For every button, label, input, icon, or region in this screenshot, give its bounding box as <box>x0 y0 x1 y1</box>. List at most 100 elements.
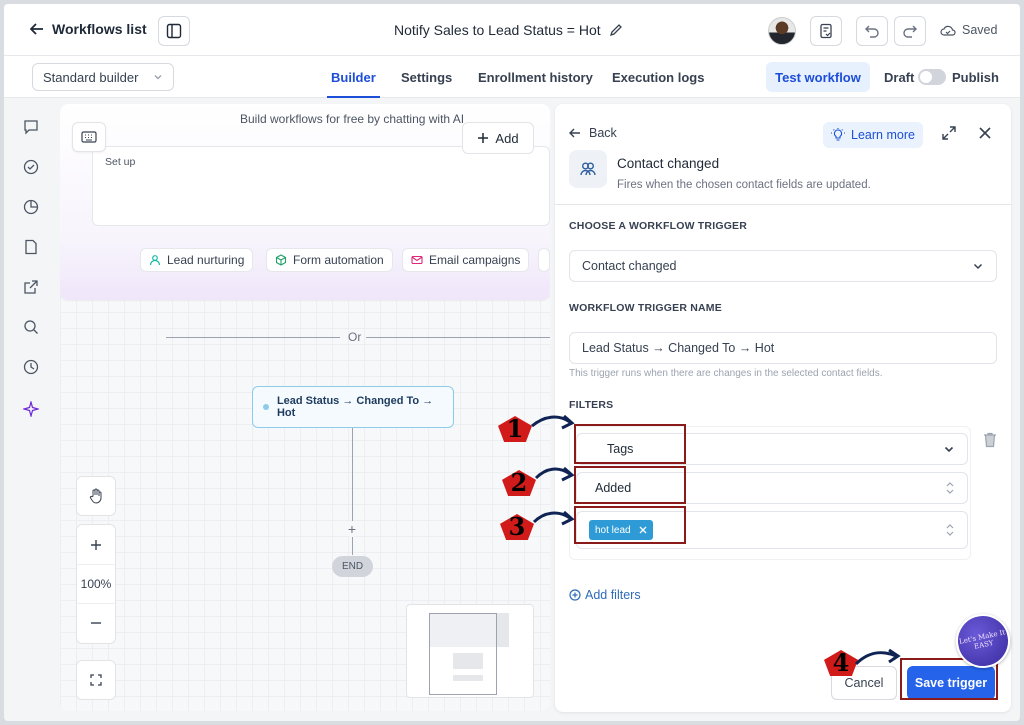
publish-label: Publish <box>952 70 999 85</box>
trigger-node-label: Lead Status → Changed To → Hot <box>276 395 434 419</box>
users-icon <box>580 162 596 176</box>
chevron-down-icon <box>944 446 954 453</box>
undo-button[interactable] <box>856 16 888 46</box>
check-circle-icon[interactable] <box>22 158 40 176</box>
step-marker-3: 3 <box>500 511 534 541</box>
chevron-up-down-icon <box>946 482 954 494</box>
step-number: 3 <box>508 511 526 541</box>
document-check-button[interactable] <box>810 16 842 46</box>
zoom-in-button[interactable] <box>90 525 102 564</box>
back-label: Workflows list <box>52 21 147 37</box>
pan-tool-button[interactable] <box>76 476 116 516</box>
plus-icon <box>478 133 489 143</box>
chip-lead-nurturing[interactable]: Lead nurturing <box>140 248 254 272</box>
minimap-block <box>453 675 483 681</box>
builder-mode-select[interactable]: Standard builder <box>32 63 174 91</box>
redo-icon <box>903 25 917 38</box>
workflow-canvas[interactable]: Build workflows for free by chatting wit… <box>60 104 550 711</box>
pie-chart-icon[interactable] <box>22 198 40 216</box>
cloud-check-icon <box>940 25 956 36</box>
hand-icon <box>89 488 102 504</box>
test-workflow-button[interactable]: Test workflow <box>766 62 870 92</box>
step-marker-1: 1 <box>498 413 532 443</box>
history-icon[interactable] <box>22 358 40 376</box>
chip-email-campaigns[interactable]: Email campaigns <box>402 248 530 272</box>
expand-corners-icon <box>90 674 102 686</box>
chip-label: Lead nurturing <box>167 253 245 267</box>
chip-form-automation[interactable]: Form automation <box>266 248 393 272</box>
close-icon[interactable] <box>977 125 993 141</box>
add-button[interactable]: Add <box>462 122 534 154</box>
learn-more-label: Learn more <box>851 128 915 142</box>
sidebar-panel-icon <box>166 23 182 39</box>
keyboard-icon <box>81 131 97 143</box>
chevron-down-icon <box>973 263 983 270</box>
trash-icon[interactable] <box>983 432 997 448</box>
add-filters-label: Add filters <box>585 588 641 602</box>
external-link-icon[interactable] <box>22 278 40 296</box>
avatar[interactable] <box>768 17 796 45</box>
top-bar: Workflows list Notify Sales to Lead Stat… <box>4 4 1020 56</box>
keyboard-button[interactable] <box>72 122 106 152</box>
tab-builder[interactable]: Builder <box>327 70 380 98</box>
connector-line <box>352 428 353 521</box>
add-step-button[interactable]: + <box>344 521 360 537</box>
workflows-list-back-link[interactable]: Workflows list <box>30 21 147 37</box>
document-check-icon <box>820 23 832 39</box>
workflow-toolbar: Standard builder Builder Settings Enroll… <box>4 56 1020 98</box>
step-number: 1 <box>506 413 524 443</box>
tab-execution-logs[interactable]: Execution logs <box>612 70 704 85</box>
search-icon[interactable] <box>22 318 40 336</box>
redo-button[interactable] <box>894 16 926 46</box>
add-filters-button[interactable]: Add filters <box>569 588 641 602</box>
minimap[interactable] <box>406 604 534 698</box>
arrow-left-icon <box>569 128 580 138</box>
choose-trigger-label: CHOOSE A WORKFLOW TRIGGER <box>569 220 748 232</box>
builder-mode-value: Standard builder <box>43 69 139 85</box>
step-number: 4 <box>832 647 850 677</box>
plus-circle-icon <box>569 589 581 601</box>
trigger-type-select[interactable]: Contact changed <box>569 250 997 282</box>
publish-toggle[interactable] <box>918 69 946 85</box>
step-number: 2 <box>510 467 528 497</box>
connector-line <box>352 537 353 555</box>
trigger-node[interactable]: Lead Status → Changed To → Hot <box>252 386 454 428</box>
highlight-box-tag-value <box>574 506 686 544</box>
sidebar-toggle-button[interactable] <box>158 16 190 46</box>
node-dot <box>263 404 269 410</box>
chat-icon[interactable] <box>22 118 40 136</box>
app-window: Workflows list Notify Sales to Lead Stat… <box>4 4 1020 721</box>
annotation-arrows <box>531 414 575 526</box>
trigger-type-value: Contact changed <box>582 259 677 273</box>
workflow-title[interactable]: Notify Sales to Lead Status = Hot <box>394 22 623 38</box>
pencil-icon[interactable] <box>609 23 623 37</box>
highlight-box-added <box>574 466 686 504</box>
tab-settings[interactable]: Settings <box>401 70 452 85</box>
ai-prompt-input[interactable]: Set up <box>92 146 550 226</box>
arrow-left-icon <box>30 23 43 35</box>
document-icon[interactable] <box>22 238 40 256</box>
save-status: Saved <box>940 23 997 37</box>
expand-icon[interactable] <box>941 125 957 141</box>
sparkle-icon[interactable] <box>22 400 40 418</box>
tab-enrollment-history[interactable]: Enrollment history <box>478 70 593 85</box>
trigger-name-input[interactable]: Lead Status → Changed To → Hot <box>569 332 997 364</box>
trigger-name-value: Lead Status → Changed To → Hot <box>582 341 775 355</box>
trigger-type-icon <box>569 150 607 188</box>
arrow-step-1 <box>531 415 571 428</box>
minimap-block <box>453 653 483 669</box>
zoom-out-button[interactable] <box>90 604 102 643</box>
plus-icon <box>91 539 101 550</box>
step-marker-4: 4 <box>824 647 858 677</box>
panel-back-button[interactable]: Back <box>569 126 617 140</box>
fit-view-button[interactable] <box>76 660 116 700</box>
panel-back-label: Back <box>589 126 617 140</box>
zoom-level: 100% <box>77 564 115 604</box>
learn-more-button[interactable]: Learn more <box>823 122 923 148</box>
draft-label: Draft <box>884 70 915 85</box>
trigger-name-label: WORKFLOW TRIGGER NAME <box>569 302 722 314</box>
chip-more[interactable] <box>538 248 550 272</box>
chevron-up-down-icon <box>946 524 954 536</box>
left-rail <box>4 98 56 721</box>
annotation-arrow-save <box>854 648 901 666</box>
